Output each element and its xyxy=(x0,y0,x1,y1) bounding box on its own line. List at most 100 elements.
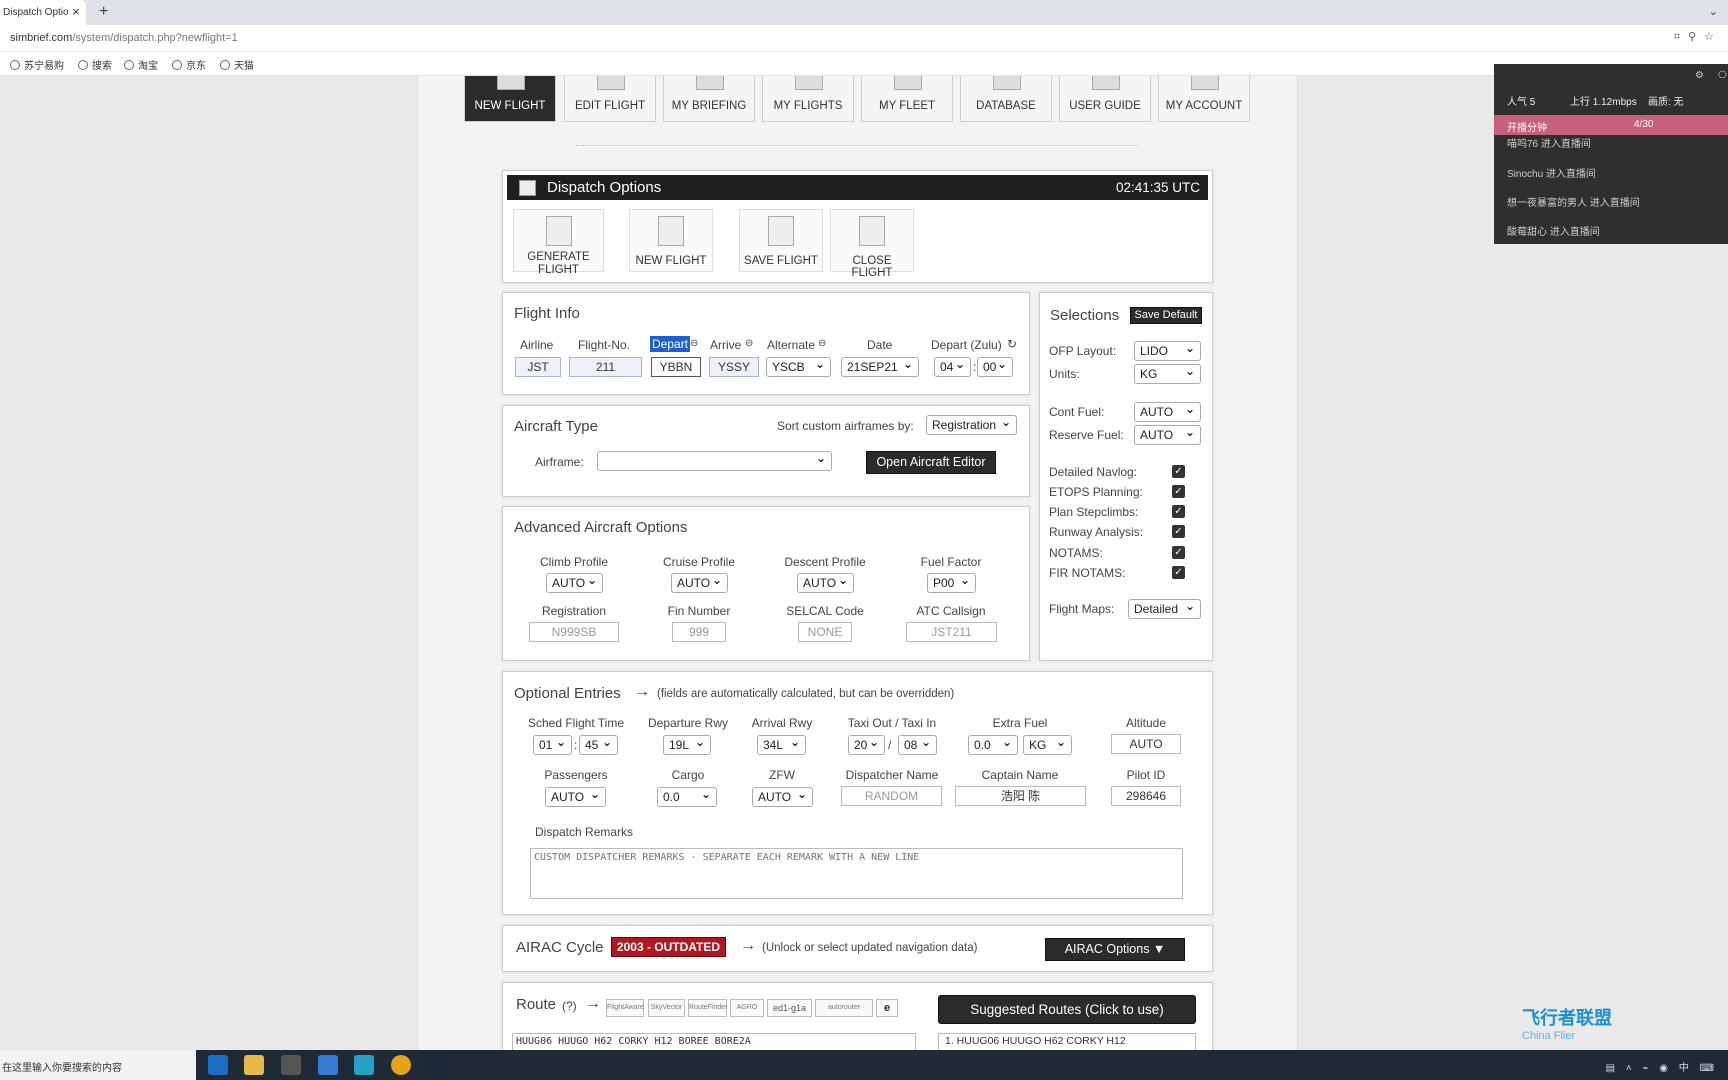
outlook-icon[interactable] xyxy=(208,1055,228,1075)
route-input[interactable]: HUUG06 HUUGO H62 CORKY H12 BOREE BORE2A xyxy=(512,1033,916,1050)
airframe-select[interactable] xyxy=(597,449,832,471)
flight-maps-select[interactable]: Detailed xyxy=(1128,597,1201,619)
extra-fuel-select[interactable]: 0.0 xyxy=(968,733,1018,755)
airline-input[interactable]: JST xyxy=(515,357,561,377)
app-icon[interactable] xyxy=(281,1055,301,1075)
registration-input[interactable]: N999SB xyxy=(529,622,619,642)
dispatch-remarks-textarea[interactable] xyxy=(530,848,1183,899)
nav-edit-flight[interactable]: EDIT FLIGHT xyxy=(564,76,656,122)
nav-my-briefing[interactable]: MY BRIEFING xyxy=(663,76,755,122)
nav-new-flight[interactable]: NEW FLIGHT xyxy=(464,76,556,122)
close-flight-button[interactable]: CLOSE FLIGHT xyxy=(830,209,914,279)
eurocontrol-logo[interactable]: ed1-g1a xyxy=(767,999,812,1017)
bookmark-item[interactable]: 苏宁易购 xyxy=(10,57,64,72)
translate-icon[interactable]: ⌗ xyxy=(1674,31,1688,43)
plus-icon[interactable]: + xyxy=(99,3,108,21)
captain-name-input[interactable]: 浩阳 陈 xyxy=(955,786,1086,806)
flightaware-logo[interactable]: FlightAware xyxy=(606,999,644,1017)
agro-logo[interactable]: AGRO xyxy=(730,999,764,1017)
autorouter-logo[interactable]: autorouter xyxy=(815,999,873,1017)
bookmark-item[interactable]: 天猫 xyxy=(220,57,254,72)
dispatcher-name-input[interactable]: RANDOM xyxy=(841,786,942,806)
search-icon[interactable]: ⊖ xyxy=(745,338,753,349)
url-text[interactable]: simbrief.com/system/dispatch.php?newflig… xyxy=(10,32,238,44)
address-bar[interactable]: simbrief.com/system/dispatch.php?newflig… xyxy=(0,25,1728,52)
detailed-navlog-checkbox[interactable]: ✓ xyxy=(1172,465,1185,478)
zoom-icon[interactable]: ⚲ xyxy=(1688,31,1704,43)
alternate-select[interactable]: YSCB xyxy=(766,355,831,377)
taxi-in-select[interactable]: 08 xyxy=(898,733,937,755)
save-default-button[interactable]: Save Default xyxy=(1130,307,1202,324)
search-icon[interactable]: ⊖ xyxy=(690,338,698,349)
pilot-id-input[interactable]: 298646 xyxy=(1111,786,1181,806)
gear-icon[interactable]: ⚙ xyxy=(1695,70,1704,81)
save-flight-button[interactable]: SAVE FLIGHT xyxy=(739,209,823,272)
depart-input[interactable]: YBBN xyxy=(651,357,701,377)
nav-user-guide[interactable]: USER GUIDE xyxy=(1059,76,1151,122)
nav-my-flights[interactable]: MY FLIGHTS xyxy=(762,76,854,122)
fuel-factor-select[interactable]: P00 xyxy=(927,571,976,593)
descent-profile-select[interactable]: AUTO xyxy=(797,571,854,593)
text-app-icon[interactable] xyxy=(318,1055,338,1075)
lock-icon[interactable]: ⎔ xyxy=(1718,70,1727,81)
taxi-out-select[interactable]: 20 xyxy=(848,733,885,755)
cont-fuel-select[interactable]: AUTO xyxy=(1134,400,1201,422)
routefinder-logo[interactable]: RouteFinder xyxy=(688,999,728,1017)
extra-fuel-unit-select[interactable]: KG xyxy=(1023,733,1072,755)
chevron-down-icon[interactable]: ⌄ xyxy=(1709,5,1718,18)
plan-stepclimbs-checkbox[interactable]: ✓ xyxy=(1172,505,1185,518)
bookmark-item[interactable]: 搜索 xyxy=(78,57,112,72)
cargo-select[interactable]: 0.0 xyxy=(657,785,717,807)
selcal-input[interactable]: NONE xyxy=(798,622,852,642)
star-icon[interactable]: ☆ xyxy=(1704,31,1722,43)
suggested-routes-button[interactable]: Suggested Routes (Click to use) xyxy=(938,995,1196,1024)
ofp-layout-select[interactable]: LIDO xyxy=(1134,339,1201,361)
arrival-rwy-select[interactable]: 34L xyxy=(757,733,806,755)
bookmark-item[interactable]: 京东 xyxy=(172,57,206,72)
close-icon[interactable]: × xyxy=(72,4,80,19)
sort-airframes-select[interactable]: Registration xyxy=(926,413,1017,435)
system-tray[interactable]: ▤ ˄ ⌁ ◉ 中 ⌨ xyxy=(1606,1059,1718,1074)
atc-callsign-input[interactable]: JST211 xyxy=(906,622,997,642)
runway-analysis-checkbox[interactable]: ✓ xyxy=(1172,525,1185,538)
arrive-input[interactable]: YSSY xyxy=(709,357,759,377)
browser-tab[interactable]: Dispatch Optio × xyxy=(0,0,86,25)
nav-my-fleet[interactable]: MY FLEET xyxy=(861,76,953,122)
nav-database[interactable]: DATABASE xyxy=(960,76,1052,122)
bookmark-item[interactable]: 淘宝 xyxy=(124,57,158,72)
etops-planning-checkbox[interactable]: ✓ xyxy=(1172,485,1185,498)
nav-my-account[interactable]: MY ACCOUNT xyxy=(1158,76,1250,122)
route-help-link[interactable]: (?) xyxy=(562,999,577,1013)
generate-flight-button[interactable]: GENERATE FLIGHT xyxy=(513,209,604,276)
sched-minute-select[interactable]: 45 xyxy=(579,733,618,755)
climb-profile-select[interactable]: AUTO xyxy=(546,571,603,593)
window-icon[interactable] xyxy=(354,1055,374,1075)
open-aircraft-editor-button[interactable]: Open Aircraft Editor xyxy=(866,451,996,474)
cruise-profile-select[interactable]: AUTO xyxy=(671,571,728,593)
flight-no-input[interactable]: 211 xyxy=(569,357,642,377)
zfw-select[interactable]: AUTO xyxy=(752,785,813,807)
airac-options-button[interactable]: AIRAC Options ▼ xyxy=(1045,938,1185,961)
fin-number-input[interactable]: 999 xyxy=(672,622,726,642)
skyvector-logo[interactable]: SkyVector xyxy=(648,999,685,1017)
depart-minute-select[interactable]: 00 xyxy=(977,355,1013,377)
refresh-icon[interactable]: ↻ xyxy=(1007,337,1017,351)
sched-hour-select[interactable]: 01 xyxy=(533,733,572,755)
altitude-input[interactable]: AUTO xyxy=(1111,734,1181,754)
passengers-select[interactable]: AUTO xyxy=(545,785,606,807)
folder-icon[interactable] xyxy=(244,1055,264,1075)
e-logo[interactable]: e xyxy=(876,999,898,1017)
suggested-route-item[interactable]: 1. HUUG06 HUUGO H62 CORKY H12 xyxy=(938,1033,1196,1050)
fir-notams-checkbox[interactable]: ✓ xyxy=(1172,566,1185,579)
units-select[interactable]: KG xyxy=(1134,362,1201,384)
new-flight-button[interactable]: NEW FLIGHT xyxy=(629,209,713,272)
departure-rwy-select[interactable]: 19L xyxy=(663,733,711,755)
taskbar-search[interactable]: 在这里输入你要搜索的内容 xyxy=(0,1050,196,1080)
date-select[interactable]: 21SEP21 xyxy=(841,355,919,377)
reserve-fuel-select[interactable]: AUTO xyxy=(1134,423,1201,445)
chrome-icon[interactable] xyxy=(391,1055,411,1075)
search-icon[interactable]: ⊖ xyxy=(818,338,826,349)
steam-icon[interactable] xyxy=(428,1055,448,1075)
notams-checkbox[interactable]: ✓ xyxy=(1172,546,1185,559)
depart-hour-select[interactable]: 04 xyxy=(934,355,971,377)
